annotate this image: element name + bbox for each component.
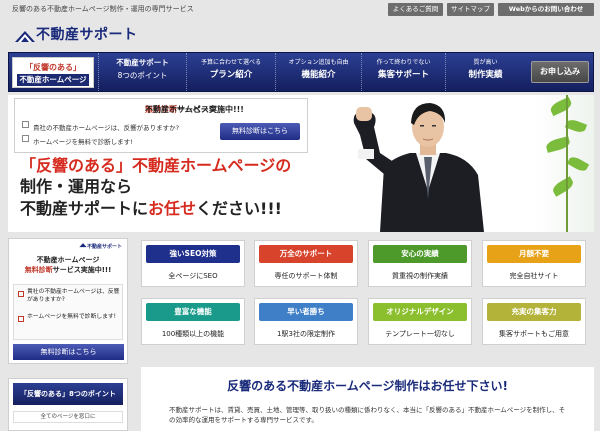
sidebar-promo: 不動産サポート 不動産ホームページ 無料診断サービス実施中!!! 貴社の不動産ホ… [8, 238, 128, 364]
sidebar-free-diagnosis-button[interactable]: 無料診断はこちら [13, 344, 124, 360]
nav-item-main: 集客サポート [377, 70, 429, 80]
hero-line-1: 「反響のある」不動産ホームページの [20, 156, 292, 175]
main-heading: 反響のある不動産ホームページ制作はお任せ下さい! [227, 379, 508, 393]
house-logo-icon [79, 243, 87, 248]
feature-label: 月額不要 [487, 245, 581, 263]
promo-check-label: ホームページを無料で診断します! [33, 138, 133, 146]
free-diagnosis-button[interactable]: 無料診断はこちら [220, 123, 300, 140]
nav-item-main: 機能紹介 [301, 70, 336, 80]
feature-label: 充実の集客力 [487, 303, 581, 321]
feature-desc: 集客サポートもご用意 [499, 330, 569, 338]
feature-card[interactable]: 強いSEO対策 全ページにSEO [141, 240, 245, 287]
sidebar-brand: 不動産サポート [87, 244, 123, 250]
nav-item-sub: オプション追加も自由 [288, 59, 349, 66]
hero-line-3: 不動産サポートにお任せください!!! [20, 201, 282, 217]
feature-label: 早い者勝ち [259, 303, 353, 321]
feature-desc: 専任のサポート体制 [274, 272, 338, 280]
nav-home-line2: 不動産ホームページ [17, 74, 89, 86]
sidebar-check-label: 貴社の不動産ホームページは、反響がありますか? [27, 289, 120, 303]
checkbox-icon [22, 135, 29, 142]
sidebar-check-box: 貴社の不動産ホームページは、反響がありますか? ホームページを無料で診断します! [13, 284, 123, 340]
hero-line3-suffix: ください!!! [196, 199, 282, 218]
page: 反響のある不動産ホームページ制作・運用の専門サービス よくあるご質問 サイトマッ… [0, 0, 600, 431]
nav-item-sub: 不動産サポート [116, 58, 169, 67]
checkbox-icon [18, 291, 24, 297]
nav-item-main: 8つのポイント [117, 71, 168, 80]
sidebar-promo-subtitle: 無料診断サービス実施中!!! [9, 265, 127, 275]
nav-item-main: 制作実績 [468, 70, 503, 80]
logo-text: 不動産サポート [36, 27, 138, 43]
nav-portfolio[interactable]: 質が高い 制作実績 [445, 53, 525, 91]
nav-item-sub: 質が高い [473, 59, 498, 66]
sidebar-check-label: ホームページを無料で診断します! [27, 314, 116, 320]
feature-label: 豊富な機能 [146, 303, 240, 321]
nav-plans[interactable]: 予算に合わせて選べる プラン紹介 [186, 53, 275, 91]
main-description: 不動産サポートは、賃貸、売買、土地、管理等、取り扱いの種類に係わりなく、本当に「… [169, 406, 566, 425]
feature-card[interactable]: 月額不要 完全自社サイト [482, 240, 586, 287]
main-navigation: 「反響のある」 不動産ホームページ 不動産サポート 8つのポイント 予算に合わせ… [8, 52, 594, 92]
hero-line3-prefix: 不動産サポートに [20, 199, 149, 218]
feature-card[interactable]: 豊富な機能 100種類以上の機能 [141, 298, 245, 345]
leaf-icon [550, 176, 576, 197]
nav-features[interactable]: オプション追加も自由 機能紹介 [275, 53, 361, 91]
nav-marketing-support[interactable]: 作って終わりでない 集客サポート [361, 53, 445, 91]
nav-item-main: プラン紹介 [209, 70, 253, 80]
hero-line-2: 制作・運用なら [20, 177, 133, 196]
sidebar-points-sub[interactable]: 全てのページを窓口に [13, 411, 123, 423]
apply-button[interactable]: お申し込み [531, 61, 589, 83]
feature-desc: テンプレート一切なし [385, 330, 455, 338]
nav-home[interactable]: 「反響のある」 不動産ホームページ [12, 57, 94, 88]
leaf-icon [566, 154, 590, 174]
feature-label: 安心の実績 [373, 245, 467, 263]
site-tagline: 反響のある不動産ホームページ制作・運用の専門サービス [12, 5, 194, 13]
feature-label: 強いSEO対策 [146, 245, 240, 263]
faq-link[interactable]: よくあるご質問 [388, 3, 443, 16]
sidebar-title-highlight: 無料診断 [24, 266, 53, 274]
feature-card[interactable]: 安心の実績 質重視の制作実績 [368, 240, 472, 287]
nav-eight-points[interactable]: 不動産サポート 8つのポイント [98, 53, 186, 91]
feature-desc: 1駅3社の限定制作 [277, 330, 335, 338]
feature-desc: 全ページにSEO [168, 272, 218, 280]
feature-desc: 100種類以上の機能 [161, 330, 225, 338]
feature-desc: 質重視の制作実績 [392, 272, 448, 280]
nav-item-sub: 作って終わりでない [376, 59, 431, 66]
leaf-icon [548, 96, 574, 117]
feature-card[interactable]: オリジナルデザイン テンプレート一切なし [368, 298, 472, 345]
house-logo-icon [15, 31, 35, 42]
feature-label: 万全のサポート [259, 245, 353, 263]
nav-item-sub: 予算に合わせて選べる [200, 59, 261, 66]
sidebar-points-title[interactable]: 「反響のある」8つのポイント [13, 383, 123, 405]
promo-title-suffix: サービス実施中!!! [177, 105, 244, 114]
hero-banner: 不動産ホームページ 無料診断 サービス実施中!!! 貴社の不動産ホームページは、反響… [8, 95, 594, 232]
sidebar-title-suffix: サービス実施中!!! [52, 266, 112, 274]
leaf-icon [564, 117, 588, 135]
promo-title: 不動産ホームページ 無料診断 サービス実施中!!! [15, 104, 307, 115]
promo-check-label: 貴社の不動産ホームページは、反響がありますか? [33, 124, 180, 132]
sidebar-promo-title: 不動産ホームページ [36, 256, 100, 264]
feature-card[interactable]: 万全のサポート 専任のサポート体制 [254, 240, 358, 287]
feature-label: オリジナルデザイン [373, 303, 467, 321]
feature-card[interactable]: 早い者勝ち 1駅3社の限定制作 [254, 298, 358, 345]
sitemap-link[interactable]: サイトマップ [447, 3, 494, 16]
checkbox-icon [22, 121, 29, 128]
feature-card[interactable]: 充実の集客力 集客サポートもご用意 [482, 298, 586, 345]
free-diagnosis-promo: 不動産ホームページ 無料診断 サービス実施中!!! 貴社の不動産ホームページは、反響… [14, 98, 308, 153]
hero-line3-highlight: お任せ [148, 199, 197, 218]
main-content: 反響のある不動産ホームページ制作はお任せ下さい! 不動産サポートは、賃貸、売買、… [141, 366, 594, 431]
businessman-photo [353, 103, 484, 232]
plant-decoration [536, 95, 594, 232]
plant-stem-line [566, 95, 568, 232]
web-contact-link[interactable]: Webからのお問い合わせ [498, 3, 594, 16]
sidebar-eight-points: 「反響のある」8つのポイント 全てのページを窓口に [8, 378, 128, 431]
site-logo[interactable]: 不動産サポート [14, 25, 154, 47]
nav-home-line1: 「反響のある」 [25, 63, 81, 72]
checkbox-icon [18, 316, 24, 322]
feature-desc: 完全自社サイト [509, 272, 559, 280]
